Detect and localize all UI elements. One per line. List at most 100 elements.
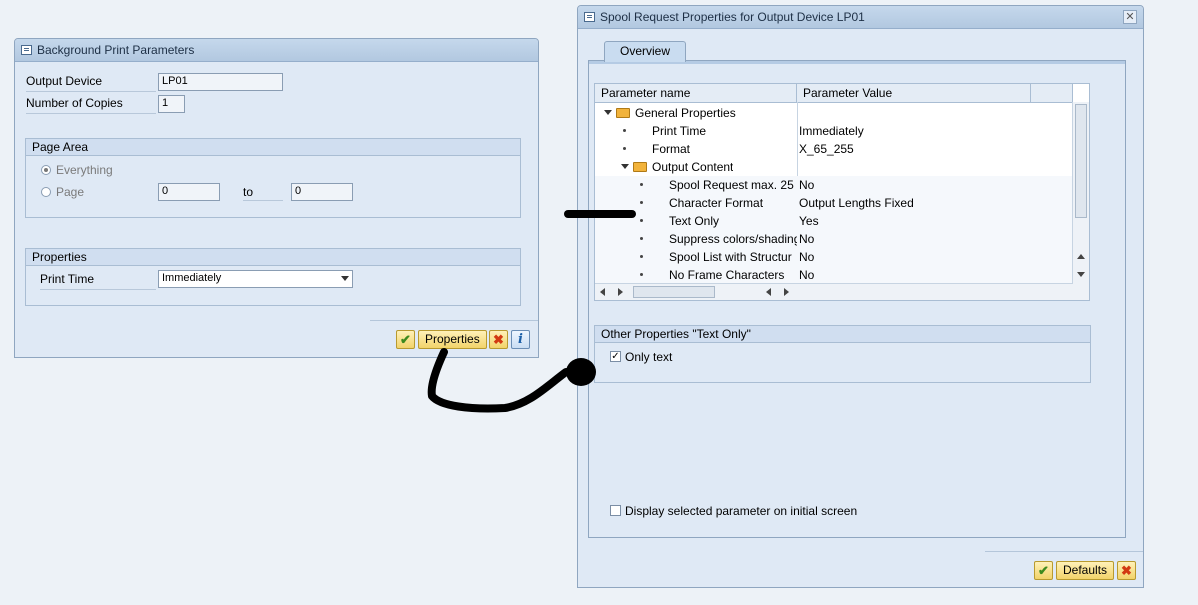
tree-node-value: X_65_255 bbox=[799, 142, 854, 156]
tree-node-name: Print Time bbox=[652, 124, 707, 138]
tree-node-value: No bbox=[799, 250, 815, 264]
copies-field[interactable]: 1 bbox=[158, 95, 185, 113]
tree-row[interactable]: General Properties bbox=[595, 104, 1073, 122]
hscroll-thumb[interactable] bbox=[633, 286, 715, 298]
column-header-extra bbox=[1031, 84, 1073, 102]
scroll-thumb[interactable] bbox=[1075, 104, 1087, 218]
tree-row[interactable]: Text Only Yes bbox=[595, 212, 1073, 230]
close-icon: ✖ bbox=[1121, 562, 1132, 578]
page-radio[interactable] bbox=[41, 187, 51, 197]
display-selected-label: Display selected parameter on initial sc… bbox=[625, 504, 858, 518]
tree-node-name: Spool Request max. 25 bbox=[669, 178, 794, 192]
bullet-icon bbox=[640, 273, 643, 276]
cancel-button[interactable]: ✖ bbox=[489, 330, 508, 349]
to-label: to bbox=[243, 185, 283, 201]
properties-button[interactable]: Properties bbox=[418, 330, 487, 349]
scroll-up-icon[interactable] bbox=[1077, 254, 1085, 259]
other-properties-title: Other Properties "Text Only" bbox=[595, 326, 1090, 343]
everything-radio[interactable] bbox=[41, 165, 51, 175]
scroll-left-icon[interactable] bbox=[766, 288, 771, 296]
window-icon bbox=[21, 45, 32, 55]
tree-node-name: Output Content bbox=[652, 160, 734, 174]
folder-open-icon bbox=[633, 162, 647, 172]
tree-node-value: Output Lengths Fixed bbox=[799, 196, 914, 210]
expand-triangle-icon[interactable] bbox=[604, 110, 612, 115]
tree-node-value: Immediately bbox=[799, 124, 864, 138]
output-device-field[interactable]: LP01 bbox=[158, 73, 283, 91]
tree-row[interactable]: Print Time Immediately bbox=[595, 122, 1073, 140]
close-icon: ✕ bbox=[1125, 11, 1135, 23]
tree-node-name: Format bbox=[652, 142, 691, 156]
dialog-title: Background Print Parameters bbox=[37, 43, 195, 57]
page-area-title: Page Area bbox=[26, 139, 520, 156]
dialog-title: Spool Request Properties for Output Devi… bbox=[600, 10, 865, 24]
defaults-button[interactable]: Defaults bbox=[1056, 561, 1115, 580]
column-header-value[interactable]: Parameter Value bbox=[797, 84, 1031, 102]
expand-triangle-icon[interactable] bbox=[621, 164, 629, 169]
annotation-arrow-stroke bbox=[427, 348, 570, 413]
close-button[interactable]: ✕ bbox=[1123, 10, 1137, 24]
bullet-icon bbox=[640, 219, 643, 222]
scroll-right-icon[interactable] bbox=[784, 288, 789, 296]
info-icon: i bbox=[518, 332, 523, 347]
scroll-right-icon[interactable] bbox=[618, 288, 623, 296]
tree-row[interactable]: Spool List with Structur No bbox=[595, 248, 1073, 266]
tree-row[interactable]: Format X_65_255 bbox=[595, 140, 1073, 158]
tree-node-name: Suppress colors/shading bbox=[669, 232, 797, 246]
tree-node-value: No bbox=[799, 232, 815, 246]
output-device-label: Output Device bbox=[26, 74, 156, 92]
horizontal-scrollbar[interactable] bbox=[595, 283, 1073, 300]
tree-node-name: Spool List with Structur bbox=[669, 250, 792, 264]
page-label: Page bbox=[56, 185, 85, 199]
tree-row[interactable]: Output Content bbox=[595, 158, 1073, 176]
folder-open-icon bbox=[616, 108, 630, 118]
properties-title: Properties bbox=[26, 249, 520, 266]
check-icon: ✔ bbox=[400, 331, 411, 347]
page-area-group: Page Area bbox=[25, 138, 521, 218]
info-button[interactable]: i bbox=[511, 330, 530, 349]
tree-row[interactable]: Suppress colors/shading No bbox=[595, 230, 1073, 248]
column-header-name[interactable]: Parameter name bbox=[595, 84, 797, 102]
tree-row[interactable]: No Frame Characters No bbox=[595, 266, 1073, 284]
chevron-down-icon[interactable] bbox=[341, 276, 349, 281]
dialog-titlebar: Spool Request Properties for Output Devi… bbox=[578, 6, 1143, 29]
tree-row[interactable]: Spool Request max. 25 No bbox=[595, 176, 1073, 194]
check-icon: ✔ bbox=[1038, 562, 1049, 578]
tree-node-name: Character Format bbox=[669, 196, 764, 210]
tab-overview[interactable]: Overview bbox=[604, 41, 686, 62]
everything-label: Everything bbox=[56, 163, 113, 177]
parameter-tree: Parameter name Parameter Value General P… bbox=[594, 83, 1090, 301]
tree-header: Parameter name Parameter Value bbox=[595, 84, 1073, 103]
tree-node-value: Yes bbox=[799, 214, 819, 228]
bullet-icon bbox=[640, 237, 643, 240]
tree-node-value: No bbox=[799, 178, 815, 192]
confirm-button[interactable]: ✔ bbox=[396, 330, 415, 349]
dialog-titlebar: Background Print Parameters bbox=[15, 39, 538, 62]
bullet-icon bbox=[623, 129, 626, 132]
print-time-label: Print Time bbox=[40, 272, 156, 290]
bullet-icon bbox=[640, 201, 643, 204]
tree-node-value: No bbox=[799, 268, 815, 282]
only-text-label: Only text bbox=[625, 350, 673, 364]
cancel-button[interactable]: ✖ bbox=[1117, 561, 1136, 580]
vertical-scrollbar[interactable] bbox=[1072, 102, 1089, 300]
window-icon bbox=[584, 12, 595, 22]
tree-node-name: General Properties bbox=[635, 106, 736, 120]
close-icon: ✖ bbox=[493, 331, 504, 347]
tree-node-name: No Frame Characters bbox=[669, 268, 785, 282]
bullet-icon bbox=[640, 255, 643, 258]
only-text-checkbox[interactable]: ✓ bbox=[610, 351, 621, 362]
page-to-field[interactable]: 0 bbox=[291, 183, 353, 201]
scroll-left-icon[interactable] bbox=[600, 288, 605, 296]
scroll-down-icon[interactable] bbox=[1077, 272, 1085, 277]
display-selected-checkbox[interactable] bbox=[610, 505, 621, 516]
print-time-select[interactable]: Immediately bbox=[158, 270, 353, 288]
tree-row[interactable]: Character Format Output Lengths Fixed bbox=[595, 194, 1073, 212]
confirm-button[interactable]: ✔ bbox=[1034, 561, 1053, 580]
tree-node-name: Text Only bbox=[669, 214, 720, 228]
print-time-value: Immediately bbox=[162, 272, 222, 284]
page-from-field[interactable]: 0 bbox=[158, 183, 220, 201]
copies-label: Number of Copies bbox=[26, 96, 156, 114]
bullet-icon bbox=[623, 147, 626, 150]
bullet-icon bbox=[640, 183, 643, 186]
